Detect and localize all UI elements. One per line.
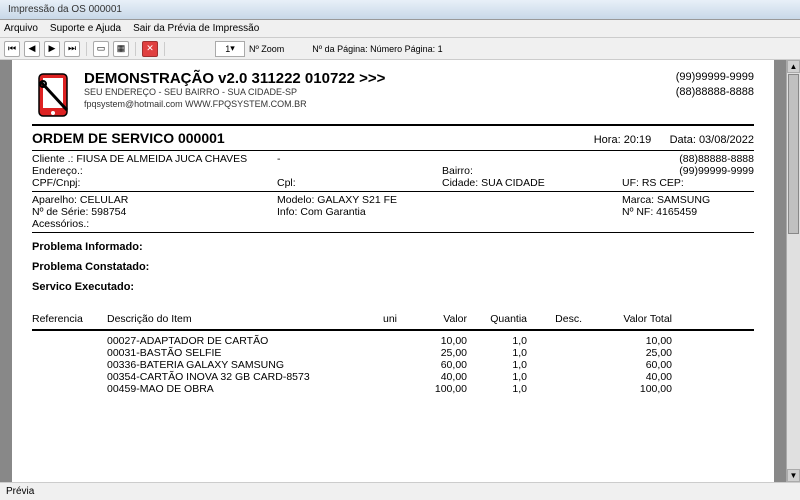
layout-multi-button[interactable]: ▦ [113, 41, 129, 57]
item-row: 00027-ADAPTADOR DE CARTÃO10,001,010,00 [32, 335, 754, 347]
status-text: Prévia [6, 486, 34, 497]
menu-sair[interactable]: Sair da Prévia de Impressão [133, 23, 259, 34]
client-cpl-label: Cpl: [277, 177, 442, 189]
close-preview-button[interactable]: ✕ [142, 41, 158, 57]
window-title: Impressão da OS 000001 [8, 4, 122, 15]
os-number: ORDEM DE SERVICO 000001 [32, 130, 225, 146]
company-phone-2: (88)88888-8888 [676, 85, 754, 100]
client-city: Cidade: SUA CIDADE [442, 177, 622, 189]
client-address-label: Endereço.: [32, 165, 277, 177]
company-contact: fpqsystem@hotmail.com WWW.FPQSYSTEM.COM.… [84, 99, 666, 111]
scroll-down-icon[interactable]: ▼ [787, 469, 800, 482]
item-row: 00354-CARTÃO INOVA 32 GB CARD-857340,001… [32, 371, 754, 383]
nav-first-button[interactable]: ⏮ [4, 41, 20, 57]
section-prob-constatado: Problema Constatado: [32, 261, 754, 273]
menu-bar: Arquivo Suporte e Ajuda Sair da Prévia d… [0, 20, 800, 38]
device-marca: Marca: SAMSUNG [622, 194, 754, 206]
scroll-thumb[interactable] [788, 74, 799, 234]
menu-arquivo[interactable]: Arquivo [4, 23, 38, 34]
os-datetime: Hora: 20:19 Data: 03/08/2022 [594, 134, 754, 146]
layout-single-button[interactable]: ▭ [93, 41, 109, 57]
company-phone-1: (99)99999-9999 [676, 70, 754, 85]
device-aparelho: Aparelho: CELULAR [32, 194, 277, 206]
status-bar: Prévia [0, 482, 800, 500]
items-header: Referencia Descrição do Item uni Valor Q… [32, 313, 754, 325]
scroll-up-icon[interactable]: ▲ [787, 60, 800, 73]
page-label: Nº da Página: Número Página: 1 [312, 44, 442, 54]
item-row: 00031-BASTÃO SELFIE25,001,025,00 [32, 347, 754, 359]
client-cpf-label: CPF/Cnpj: [32, 177, 277, 189]
section-prob-informado: Problema Informado: [32, 241, 754, 253]
company-title: DEMONSTRAÇÃO v2.0 311222 010722 >>> [84, 70, 666, 87]
zoom-value[interactable]: 1 ▾ [215, 41, 245, 57]
item-row: 00336-BATERIA GALAXY SAMSUNG60,001,060,0… [32, 359, 754, 371]
toolbar: ⏮ ◀ ▶ ⏭ ▭ ▦ ✕ 1 ▾ Nº Zoom Nº da Página: … [0, 38, 800, 60]
client-phone-b: (99)99999-9999 [622, 165, 754, 177]
device-info: Info: Com Garantia [277, 206, 442, 218]
device-nf: Nº NF: 4165459 [622, 206, 754, 218]
client-uf-cep: UF: RS CEP: [622, 177, 754, 189]
nav-prev-button[interactable]: ◀ [24, 41, 40, 57]
client-phone-a: (88)88888-8888 [622, 153, 754, 165]
vertical-scrollbar[interactable]: ▲ ▼ [786, 60, 800, 482]
company-logo [32, 70, 74, 120]
window-titlebar: Impressão da OS 000001 [0, 0, 800, 20]
print-page: DEMONSTRAÇÃO v2.0 311222 010722 >>> SEU … [12, 60, 774, 482]
client-dash: - [277, 153, 442, 165]
client-name: Cliente .: FIUSA DE ALMEIDA JUCA CHAVES [32, 153, 277, 165]
client-bairro-label: Bairro: [442, 165, 622, 177]
nav-next-button[interactable]: ▶ [44, 41, 60, 57]
device-modelo: Modelo: GALAXY S21 FE [277, 194, 442, 206]
section-servico-executado: Servico Executado: [32, 281, 754, 293]
nav-last-button[interactable]: ⏭ [64, 41, 80, 57]
item-row: 00459-MAO DE OBRA100,001,0100,00 [32, 383, 754, 395]
device-serial: Nº de Série: 598754 [32, 206, 277, 218]
company-address: SEU ENDEREÇO - SEU BAIRRO - SUA CIDADE-S… [84, 87, 666, 99]
zoom-label: Nº Zoom [249, 44, 284, 54]
menu-suporte[interactable]: Suporte e Ajuda [50, 23, 121, 34]
device-acessorios: Acessórios.: [32, 218, 277, 230]
